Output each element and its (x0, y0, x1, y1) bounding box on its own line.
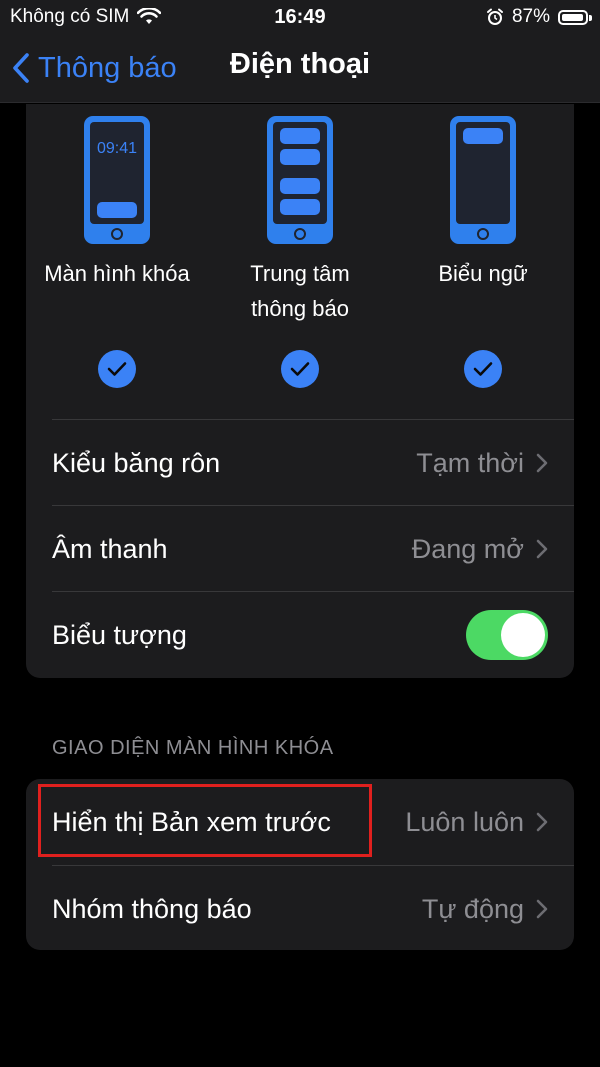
status-bar: Không có SIM 16:49 87% (0, 0, 600, 34)
notification-grouping-value: Tự động (421, 893, 524, 924)
badges-label: Biểu tượng (52, 619, 187, 650)
alert-lock-screen[interactable]: 09:41 Màn hình khóa (26, 116, 208, 291)
chevron-right-icon (536, 539, 548, 559)
notification-center-label: Trung tâm thông báo (209, 256, 391, 326)
banner-style-value: Tạm thời (416, 447, 524, 478)
alert-previews: 09:41 Màn hình khóa Trung tâm thông báo … (26, 116, 574, 416)
banners-checkmark-icon[interactable] (464, 350, 502, 388)
sounds-label: Âm thanh (52, 533, 168, 564)
chevron-right-icon (536, 812, 548, 832)
banners-label: Biểu ngữ (438, 261, 528, 286)
chevron-right-icon (536, 899, 548, 919)
sounds-value: Đang mở (411, 533, 524, 564)
lock-screen-phone-icon: 09:41 (84, 116, 150, 244)
show-previews-value: Luôn luôn (405, 806, 524, 837)
alerts-card: 09:41 Màn hình khóa Trung tâm thông báo … (26, 104, 574, 678)
notification-grouping-row[interactable]: Nhóm thông báo Tự động (52, 865, 574, 952)
page-title: Điện thoại (229, 48, 371, 80)
notification-center-label-line1: Trung tâm (250, 261, 350, 286)
section-header-lock-screen: GIAO DIỆN MÀN HÌNH KHÓA (52, 737, 334, 759)
notification-center-checkmark-icon[interactable] (281, 350, 319, 388)
battery-percent: 87% (511, 6, 550, 27)
notification-center-phone-icon (267, 116, 333, 244)
alarm-icon (486, 8, 503, 25)
notification-grouping-label: Nhóm thông báo (52, 893, 252, 924)
notification-center-label-line2: thông báo (251, 296, 349, 321)
chevron-right-icon (536, 453, 548, 473)
badges-toggle[interactable] (466, 610, 548, 660)
highlight-box (38, 784, 372, 857)
sounds-row[interactable]: Âm thanh Đang mở (52, 505, 574, 592)
lock-screen-checkmark-icon[interactable] (98, 350, 136, 388)
preview-clock: 09:41 (96, 140, 138, 157)
banner-style-row[interactable]: Kiểu băng rôn Tạm thời (52, 419, 574, 506)
navigation-bar: Thông báo Điện thoại (0, 34, 600, 103)
battery-icon (558, 9, 592, 25)
alert-banners[interactable]: Biểu ngữ (392, 116, 574, 291)
battery-status: 87% (486, 6, 592, 28)
badges-row: Biểu tượng (52, 591, 574, 678)
banners-phone-icon (450, 116, 516, 244)
lock-screen-label: Màn hình khóa (44, 261, 190, 286)
banner-style-label: Kiểu băng rôn (52, 447, 221, 478)
alert-notification-center[interactable]: Trung tâm thông báo (209, 116, 391, 326)
